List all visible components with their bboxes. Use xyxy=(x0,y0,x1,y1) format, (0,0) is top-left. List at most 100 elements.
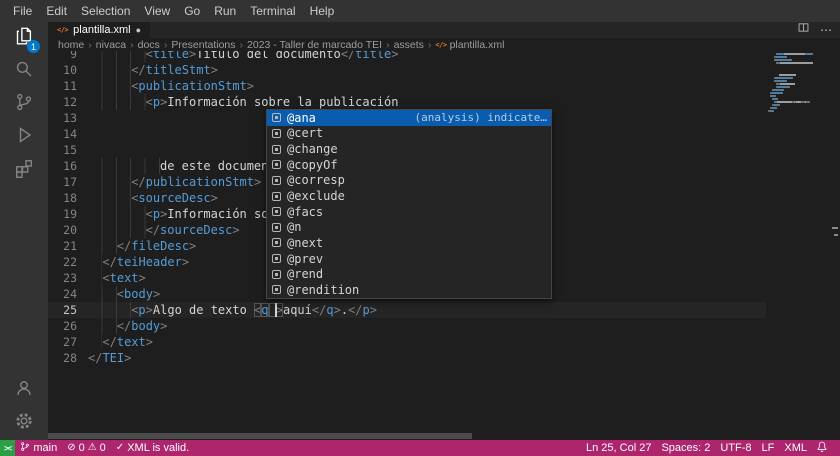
code-line[interactable]: 11<publicationStmt> xyxy=(48,78,766,94)
overview-ruler-mark xyxy=(834,234,838,236)
code-line[interactable]: 12<p>Información sobre la publicación xyxy=(48,94,766,110)
menu-item-file[interactable]: File xyxy=(6,0,39,22)
suggest-widget: @ana(analysis) indicate…@cert@change@cop… xyxy=(266,109,552,299)
suggest-list: @ana(analysis) indicate…@cert@change@cop… xyxy=(267,110,551,298)
indentation-status[interactable]: Spaces: 2 xyxy=(656,440,715,456)
code-token: > xyxy=(124,351,131,365)
code-line[interactable]: 27</text> xyxy=(48,334,766,350)
more-actions-icon[interactable]: ⋯ xyxy=(820,24,832,36)
menu-item-run[interactable]: Run xyxy=(207,0,243,22)
code-token: . xyxy=(341,303,348,317)
code-token: > xyxy=(182,255,189,269)
menu-item-terminal[interactable]: Terminal xyxy=(243,0,302,22)
code-token: < xyxy=(117,287,124,301)
code-token: body xyxy=(131,319,160,333)
minimap-line xyxy=(768,83,832,85)
remote-indicator[interactable]: >< xyxy=(0,440,15,456)
code-line[interactable]: 26 </body> xyxy=(48,318,766,334)
search-button[interactable] xyxy=(0,55,48,88)
language-status[interactable]: XML xyxy=(779,440,812,456)
horizontal-scrollbar-thumb[interactable] xyxy=(48,433,472,439)
code-token: sourceDesc xyxy=(138,191,210,205)
line-number: 26 xyxy=(48,318,88,334)
explorer-badge: 1 xyxy=(27,40,40,53)
breadcrumb-separator-icon: › xyxy=(238,39,246,51)
split-editor-icon[interactable] xyxy=(797,21,810,39)
suggestion-item[interactable]: @n xyxy=(267,219,551,235)
code-token: sourceDesc xyxy=(160,223,232,237)
breadcrumb-item[interactable]: docs xyxy=(138,39,160,51)
suggestion-item[interactable]: @change xyxy=(267,141,551,157)
code-token: text xyxy=(117,335,146,349)
notifications-button[interactable] xyxy=(812,440,832,456)
code-text: <p>Algo de texto <q >aquí</q>.</p> xyxy=(131,302,377,318)
encoding-status[interactable]: UTF-8 xyxy=(715,440,756,456)
tab-plantilla-xml[interactable]: </> plantilla.xml ● xyxy=(48,22,150,38)
suggestion-item[interactable]: @rend xyxy=(267,266,551,282)
menu-item-help[interactable]: Help xyxy=(303,0,342,22)
problems-status[interactable]: ⊘ 0 ⚠ 0 xyxy=(62,440,111,456)
attribute-icon xyxy=(272,176,281,185)
indent-guides xyxy=(88,334,102,350)
suggestion-item[interactable]: @next xyxy=(267,235,551,251)
code-line[interactable]: 28</TEI> xyxy=(48,350,766,366)
code-line[interactable]: 10</titleStmt> xyxy=(48,62,766,78)
modified-dot-icon[interactable]: ● xyxy=(136,26,141,35)
code-line[interactable]: 9<title>Título del documento</title> xyxy=(48,51,766,62)
suggestion-item[interactable]: @cert xyxy=(267,126,551,142)
menu-item-selection[interactable]: Selection xyxy=(74,0,137,22)
code-text: </body> xyxy=(117,318,168,334)
code-line[interactable]: 25<p>Algo de texto <q >aquí</q>.</p> xyxy=(48,302,766,318)
menu-item-go[interactable]: Go xyxy=(177,0,207,22)
accounts-button[interactable] xyxy=(0,374,48,407)
attribute-icon xyxy=(272,160,281,169)
suggestion-item[interactable]: @ana(analysis) indicate… xyxy=(267,110,551,126)
breadcrumb-item[interactable]: assets xyxy=(394,39,424,51)
suggestion-item[interactable]: @exclude xyxy=(267,188,551,204)
run-and-debug-button[interactable] xyxy=(0,121,48,154)
suggestion-label: @n xyxy=(287,220,301,234)
code-token: > xyxy=(189,239,196,253)
code-text: <text> xyxy=(102,270,145,286)
line-number: 21 xyxy=(48,238,88,254)
suggestion-item[interactable]: @copyOf xyxy=(267,157,551,173)
code-token: de este documento xyxy=(160,159,283,173)
warning-icon: ⚠ xyxy=(88,443,97,453)
breadcrumb-label: home xyxy=(58,39,84,51)
code-token: > xyxy=(211,63,218,77)
breadcrumb-item[interactable]: </>plantilla.xml xyxy=(435,39,504,51)
menu-item-view[interactable]: View xyxy=(137,0,177,22)
breadcrumb-item[interactable]: 2023 - Taller de marcado TEI xyxy=(247,39,382,51)
source-control-button[interactable] xyxy=(0,88,48,121)
suggestion-item[interactable]: @rendition xyxy=(267,282,551,298)
status-bar-left: >< main ⊘ 0 ⚠ 0 ✓ XML is valid. xyxy=(0,440,194,456)
breadcrumb-separator-icon: › xyxy=(162,39,170,51)
breadcrumb-item[interactable]: home xyxy=(58,39,84,51)
explorer-button[interactable]: 1 xyxy=(0,22,48,55)
suggestion-item[interactable]: @prev xyxy=(267,251,551,267)
code-text: </TEI> xyxy=(88,350,131,366)
suggestion-item[interactable]: @corresp xyxy=(267,173,551,189)
eol-label: LF xyxy=(762,442,775,454)
code-token: < xyxy=(146,95,153,109)
minimap[interactable] xyxy=(768,53,832,113)
suggestion-item[interactable]: @facs xyxy=(267,204,551,220)
extensions-button[interactable] xyxy=(0,154,48,187)
suggestion-label: @rend xyxy=(287,267,323,281)
code-text: </text> xyxy=(102,334,153,350)
breadcrumb-item[interactable]: nivaca xyxy=(96,39,126,51)
breadcrumb-label: docs xyxy=(138,39,160,51)
breadcrumb-item[interactable]: Presentations xyxy=(171,39,235,51)
menu-item-edit[interactable]: Edit xyxy=(39,0,74,22)
code-text: <publicationStmt> xyxy=(131,78,254,94)
eol-status[interactable]: LF xyxy=(757,440,780,456)
cursor-position-status[interactable]: Ln 25, Col 27 xyxy=(581,440,656,456)
branch-name: main xyxy=(33,442,57,454)
minimap-line xyxy=(768,104,832,106)
branch-status[interactable]: main xyxy=(15,440,62,456)
code-token: < xyxy=(102,271,109,285)
xml-valid-status[interactable]: ✓ XML is valid. xyxy=(111,440,194,456)
editor[interactable]: 9<title>Título del documento</title>10</… xyxy=(48,51,840,440)
settings-button[interactable] xyxy=(0,407,48,440)
minimap-line xyxy=(768,98,832,100)
